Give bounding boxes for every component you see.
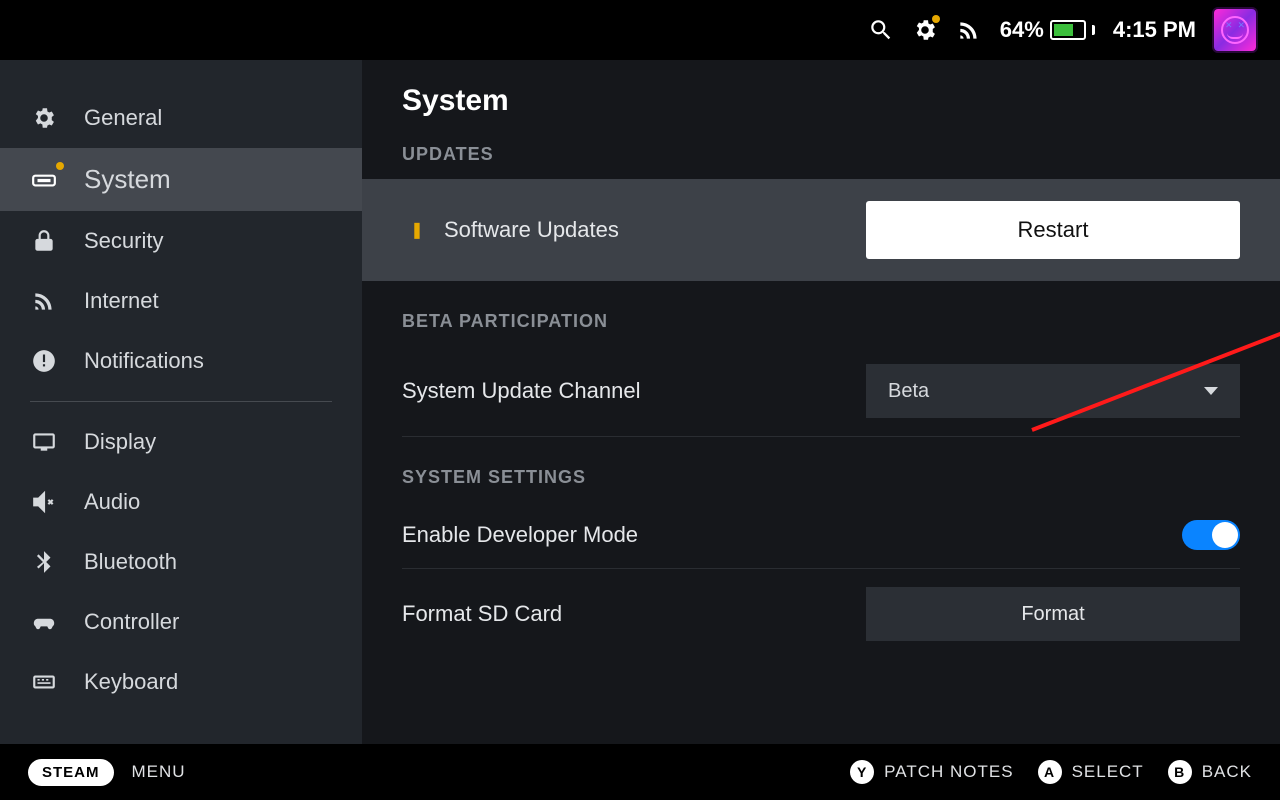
software-updates-row[interactable]: ❚ Software Updates Restart <box>362 179 1280 281</box>
software-updates-label: Software Updates <box>444 217 619 243</box>
sidebar-item-label: General <box>84 105 162 131</box>
dev-mode-label: Enable Developer Mode <box>402 522 638 548</box>
settings-icon[interactable] <box>912 17 938 43</box>
a-label: SELECT <box>1072 762 1144 782</box>
warning-icon: ❚ <box>410 220 424 240</box>
sidebar-item-label: Display <box>84 429 156 455</box>
gear-icon <box>30 104 58 132</box>
wifi-icon <box>30 287 58 315</box>
format-button[interactable]: Format <box>866 587 1240 641</box>
main-content: System UPDATES ❚ Software Updates Restar… <box>362 60 1280 744</box>
sidebar-item-label: Security <box>84 228 163 254</box>
dev-mode-toggle[interactable] <box>1182 520 1240 550</box>
restart-button[interactable]: Restart <box>866 201 1240 259</box>
patch-notes-button[interactable]: Y PATCH NOTES <box>850 760 1013 784</box>
section-beta: BETA PARTICIPATION <box>402 311 1240 332</box>
page-title: System <box>402 84 1240 118</box>
chevron-down-icon <box>1204 387 1218 395</box>
sidebar-item-label: Notifications <box>84 348 204 374</box>
network-icon[interactable] <box>956 17 982 43</box>
y-glyph-icon: Y <box>850 760 874 784</box>
back-button[interactable]: B BACK <box>1168 760 1252 784</box>
top-bar: 64% 4:15 PM <box>0 0 1280 60</box>
b-glyph-icon: B <box>1168 760 1192 784</box>
sidebar-item-label: System <box>84 164 171 195</box>
sidebar-item-label: Keyboard <box>84 669 178 695</box>
battery-percent: 64% <box>1000 17 1044 43</box>
keyboard-icon <box>30 668 58 696</box>
steam-button[interactable]: STEAM <box>28 759 114 786</box>
select-button[interactable]: A SELECT <box>1038 760 1144 784</box>
notification-dot-icon <box>932 15 940 23</box>
channel-label: System Update Channel <box>402 378 640 404</box>
battery-indicator: 64% <box>1000 17 1095 43</box>
channel-value: Beta <box>888 380 929 403</box>
format-sd-label: Format SD Card <box>402 601 562 627</box>
sidebar-item-display[interactable]: Display <box>0 412 362 472</box>
mute-icon <box>30 488 58 516</box>
sidebar-item-label: Audio <box>84 489 140 515</box>
sidebar-item-controller[interactable]: Controller <box>0 592 362 652</box>
sidebar-divider <box>30 401 332 402</box>
sidebar-item-label: Internet <box>84 288 159 314</box>
section-updates: UPDATES <box>402 144 1240 165</box>
sidebar-item-bluetooth[interactable]: Bluetooth <box>0 532 362 592</box>
menu-label: MENU <box>132 762 186 782</box>
sidebar-item-label: Controller <box>84 609 179 635</box>
display-icon <box>30 428 58 456</box>
gamepad-icon <box>30 608 58 636</box>
alert-icon <box>30 347 58 375</box>
avatar[interactable] <box>1214 9 1256 51</box>
channel-dropdown[interactable]: Beta <box>866 364 1240 418</box>
sidebar-item-notifications[interactable]: Notifications <box>0 331 362 391</box>
battery-icon <box>1050 20 1086 40</box>
bluetooth-icon <box>30 548 58 576</box>
y-label: PATCH NOTES <box>884 762 1013 782</box>
clock: 4:15 PM <box>1113 17 1196 43</box>
search-icon[interactable] <box>868 17 894 43</box>
sidebar: General System Security Internet Notific… <box>0 60 362 744</box>
sidebar-item-label: Bluetooth <box>84 549 177 575</box>
sidebar-item-audio[interactable]: Audio <box>0 472 362 532</box>
bottom-bar: STEAM MENU Y PATCH NOTES A SELECT B BACK <box>0 744 1280 800</box>
sidebar-item-general[interactable]: General <box>0 88 362 148</box>
b-label: BACK <box>1202 762 1252 782</box>
deck-icon <box>30 166 58 194</box>
a-glyph-icon: A <box>1038 760 1062 784</box>
lock-icon <box>30 227 58 255</box>
sidebar-item-system[interactable]: System <box>0 148 362 211</box>
section-settings: SYSTEM SETTINGS <box>402 467 1240 488</box>
sidebar-item-security[interactable]: Security <box>0 211 362 271</box>
sidebar-item-internet[interactable]: Internet <box>0 271 362 331</box>
notification-dot-icon <box>56 162 64 170</box>
sidebar-item-keyboard[interactable]: Keyboard <box>0 652 362 712</box>
